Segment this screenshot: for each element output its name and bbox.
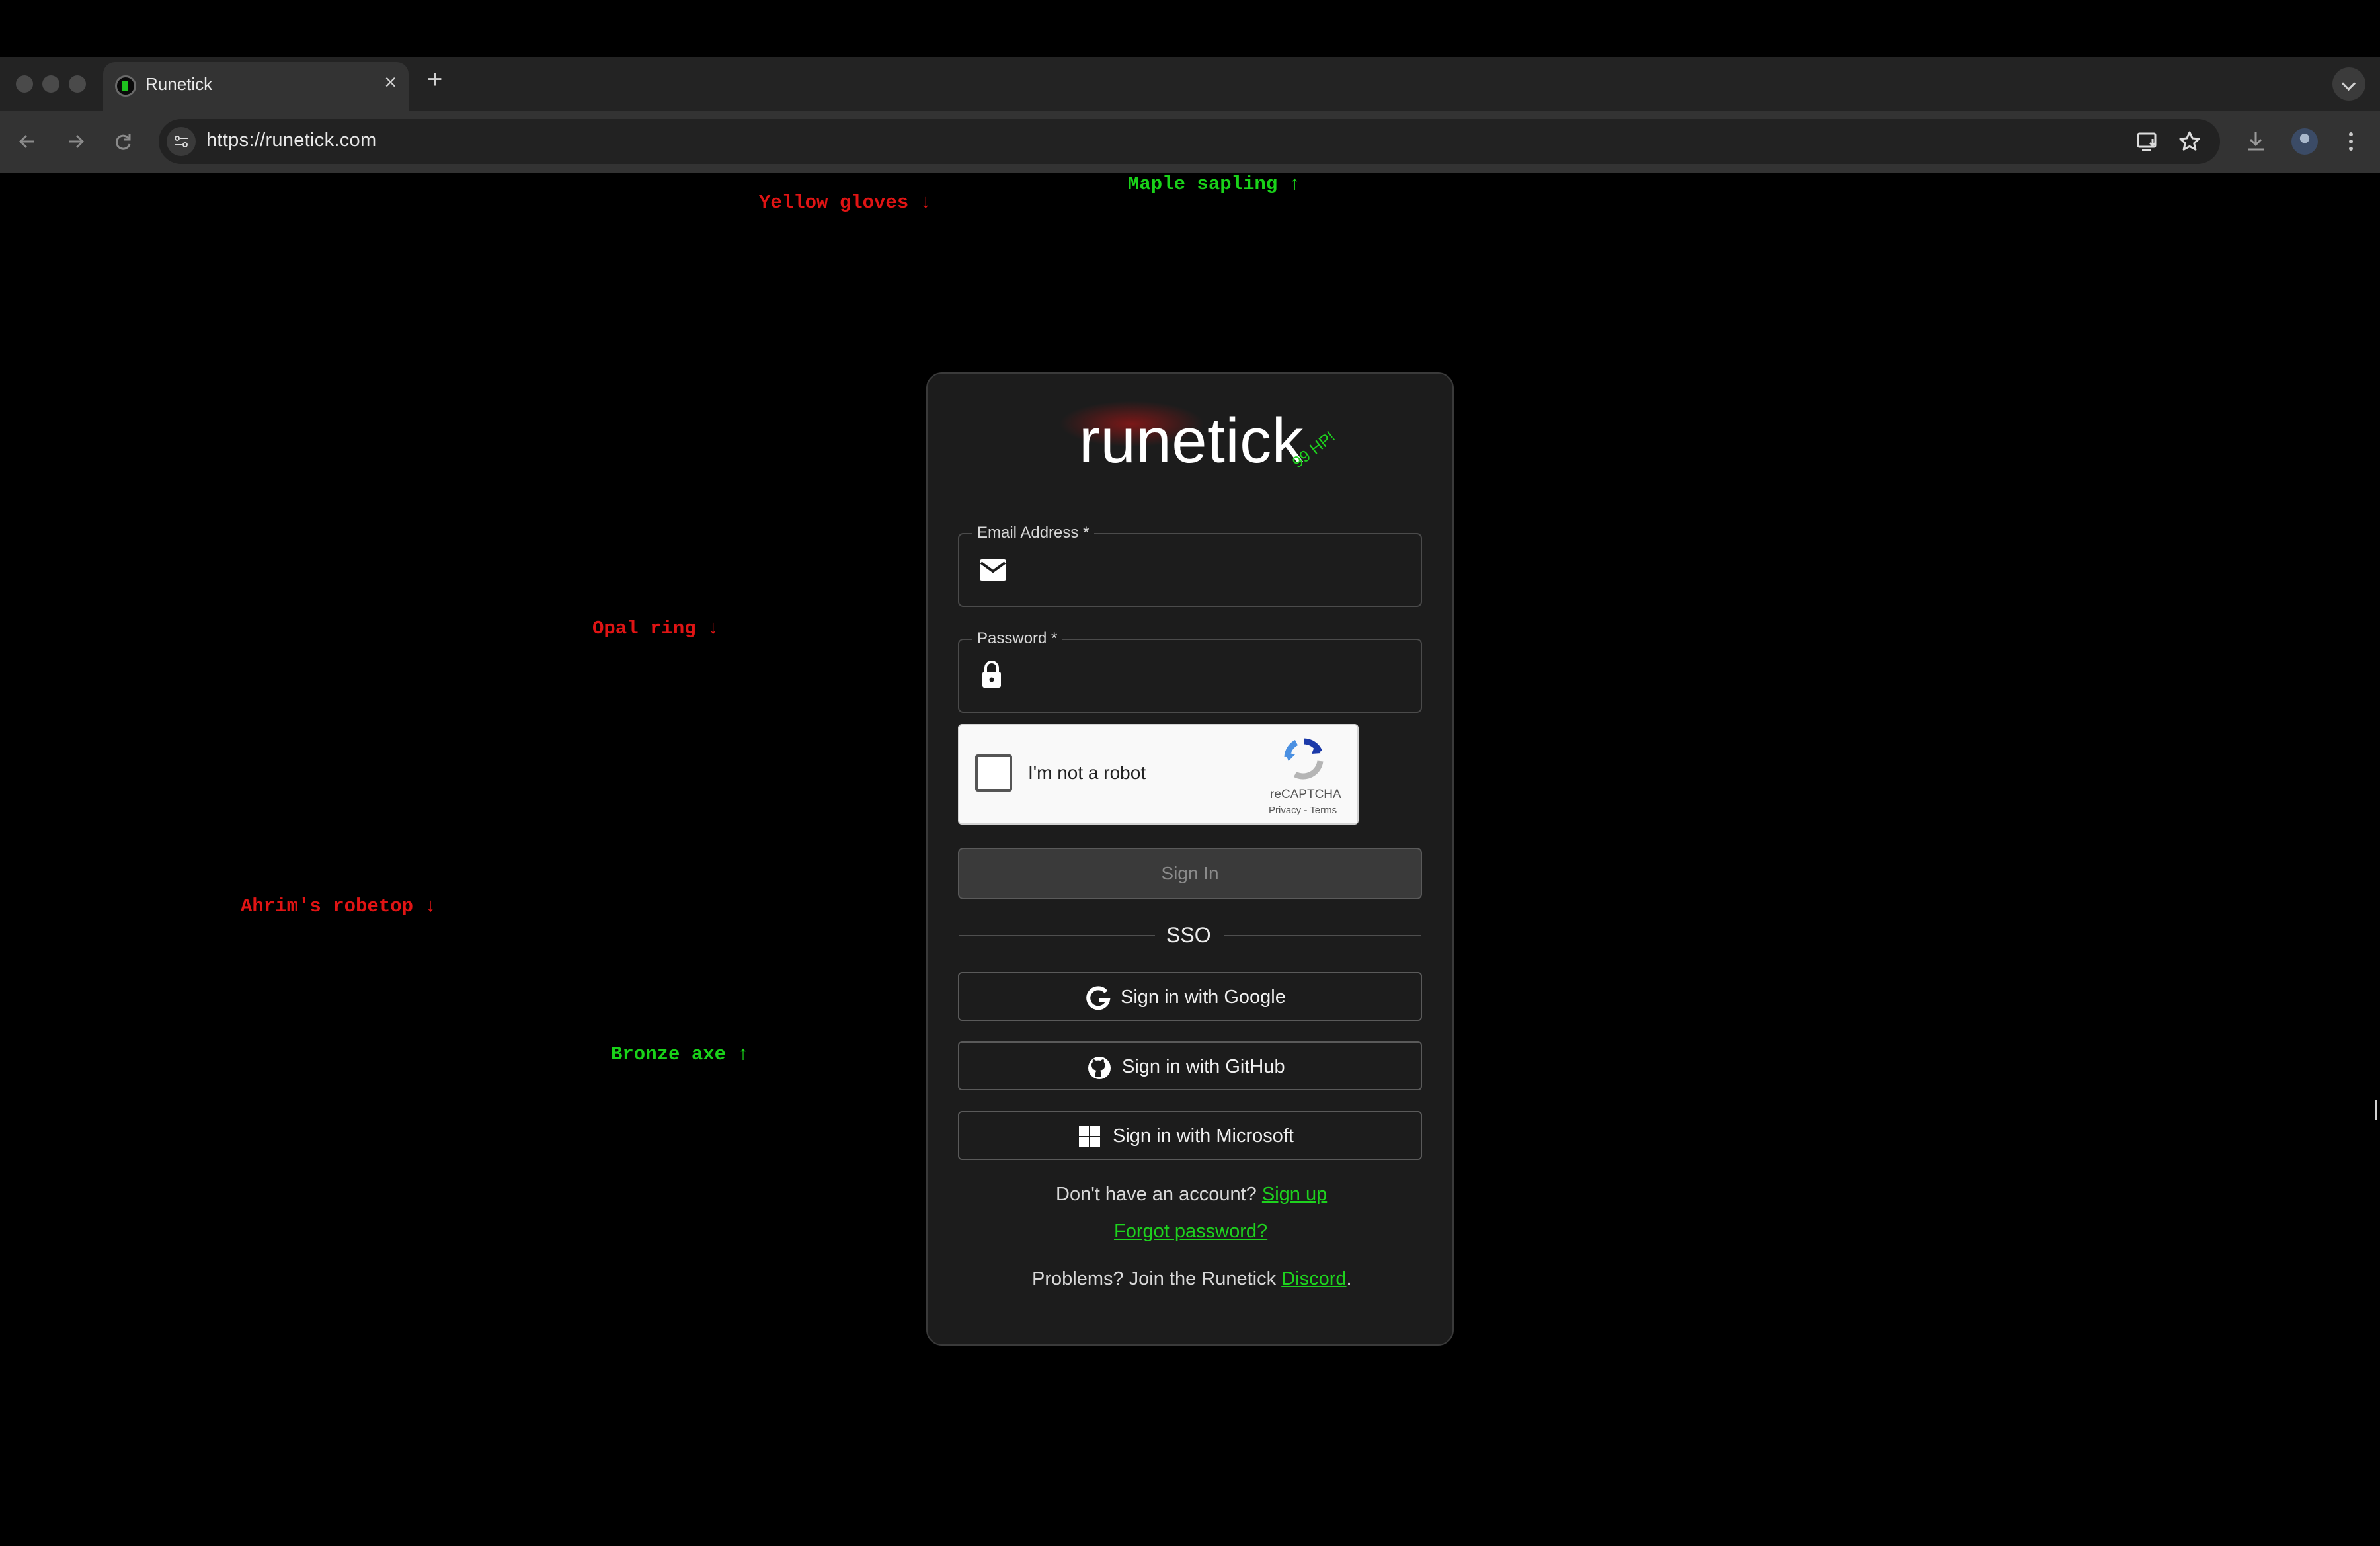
- sign-in-github-button[interactable]: Sign in with GitHub: [958, 1041, 1422, 1090]
- window-maximize-button[interactable]: [69, 75, 86, 93]
- google-icon: [1086, 986, 1111, 1010]
- support-prompt: Problems? Join the Runetick Discord.: [1032, 1268, 1352, 1290]
- browser-tab[interactable]: Runetick ×: [103, 62, 409, 111]
- floating-item-drop: Yellow gloves ↓: [759, 192, 932, 214]
- floating-item-drop: Maple sapling ↑: [1128, 173, 1301, 195]
- url-text[interactable]: https://runetick.com: [206, 130, 376, 151]
- downloads-icon[interactable]: [2241, 127, 2270, 156]
- window-close-button[interactable]: [16, 75, 33, 93]
- sign-in-microsoft-button[interactable]: Sign in with Microsoft: [958, 1111, 1422, 1160]
- envelope-icon: [977, 557, 1009, 587]
- microsoft-icon: [1079, 1126, 1100, 1147]
- text-cursor: [2375, 1100, 2377, 1120]
- problems-text: Problems? Join the Runetick: [1032, 1268, 1277, 1289]
- support-period: .: [1346, 1268, 1352, 1289]
- password-label: Password *: [972, 630, 1063, 648]
- password-field[interactable]: [958, 639, 1422, 713]
- recaptcha-logo-icon: [1281, 737, 1327, 784]
- sign-in-button[interactable]: Sign In: [958, 848, 1422, 899]
- bookmark-star-icon[interactable]: [2175, 127, 2204, 156]
- github-icon: [1088, 1057, 1111, 1079]
- recaptcha-brand: reCAPTCHA: [1270, 788, 1341, 801]
- divider-line: [959, 935, 1155, 936]
- site-settings-icon[interactable]: [167, 127, 196, 156]
- address-bar[interactable]: [159, 119, 2220, 164]
- floating-item-drop: Ahrim's robetop ↓: [241, 895, 436, 917]
- runetick-logo: runetick: [1079, 405, 1304, 476]
- recaptcha-privacy-terms[interactable]: Privacy - Terms: [1269, 805, 1337, 816]
- forgot-password-row: Forgot password?: [1114, 1221, 1267, 1242]
- email-label: Email Address *: [972, 524, 1095, 542]
- tab-title: Runetick: [145, 74, 213, 94]
- sign-in-google-button[interactable]: Sign in with Google: [958, 972, 1422, 1021]
- profile-avatar[interactable]: [2291, 128, 2318, 155]
- no-account-text: Don't have an account?: [1056, 1184, 1257, 1205]
- signup-prompt: Don't have an account? Sign up: [1056, 1184, 1327, 1205]
- recaptcha-checkbox[interactable]: [975, 754, 1012, 792]
- new-tab-button[interactable]: +: [427, 66, 442, 93]
- sso-divider-label: SSO: [1166, 923, 1211, 947]
- forward-arrow-icon[interactable]: [58, 124, 93, 159]
- sso-microsoft-label: Sign in with Microsoft: [1113, 1125, 1294, 1147]
- floating-item-drop: Bronze axe ↑: [611, 1043, 749, 1065]
- back-arrow-icon[interactable]: [11, 124, 45, 159]
- screen-top-bar: [0, 0, 2380, 57]
- sso-github-label: Sign in with GitHub: [1122, 1056, 1285, 1077]
- tab-close-icon[interactable]: ×: [384, 71, 397, 93]
- sign-up-link[interactable]: Sign up: [1262, 1184, 1327, 1205]
- floating-item-drop: Opal ring ↓: [592, 618, 719, 639]
- reload-icon[interactable]: [106, 124, 140, 159]
- install-app-icon[interactable]: [2133, 127, 2162, 156]
- runetick-favicon-icon: [115, 75, 136, 97]
- discord-link[interactable]: Discord: [1281, 1268, 1346, 1289]
- forgot-password-link[interactable]: Forgot password?: [1114, 1221, 1267, 1242]
- tab-search-chevron-down-icon[interactable]: [2332, 67, 2365, 101]
- recaptcha-label: I'm not a robot: [1028, 762, 1146, 783]
- lock-icon: [977, 659, 1006, 694]
- divider-line: [1224, 935, 1421, 936]
- password-input[interactable]: [1015, 657, 1408, 696]
- sso-google-label: Sign in with Google: [1121, 987, 1286, 1008]
- recaptcha-widget: I'm not a robot reCAPTCHA Privacy - Term…: [958, 724, 1359, 825]
- email-input[interactable]: [1015, 551, 1408, 590]
- window-minimize-button[interactable]: [42, 75, 60, 93]
- email-field[interactable]: [958, 533, 1422, 607]
- browser-menu-icon[interactable]: [2344, 127, 2358, 156]
